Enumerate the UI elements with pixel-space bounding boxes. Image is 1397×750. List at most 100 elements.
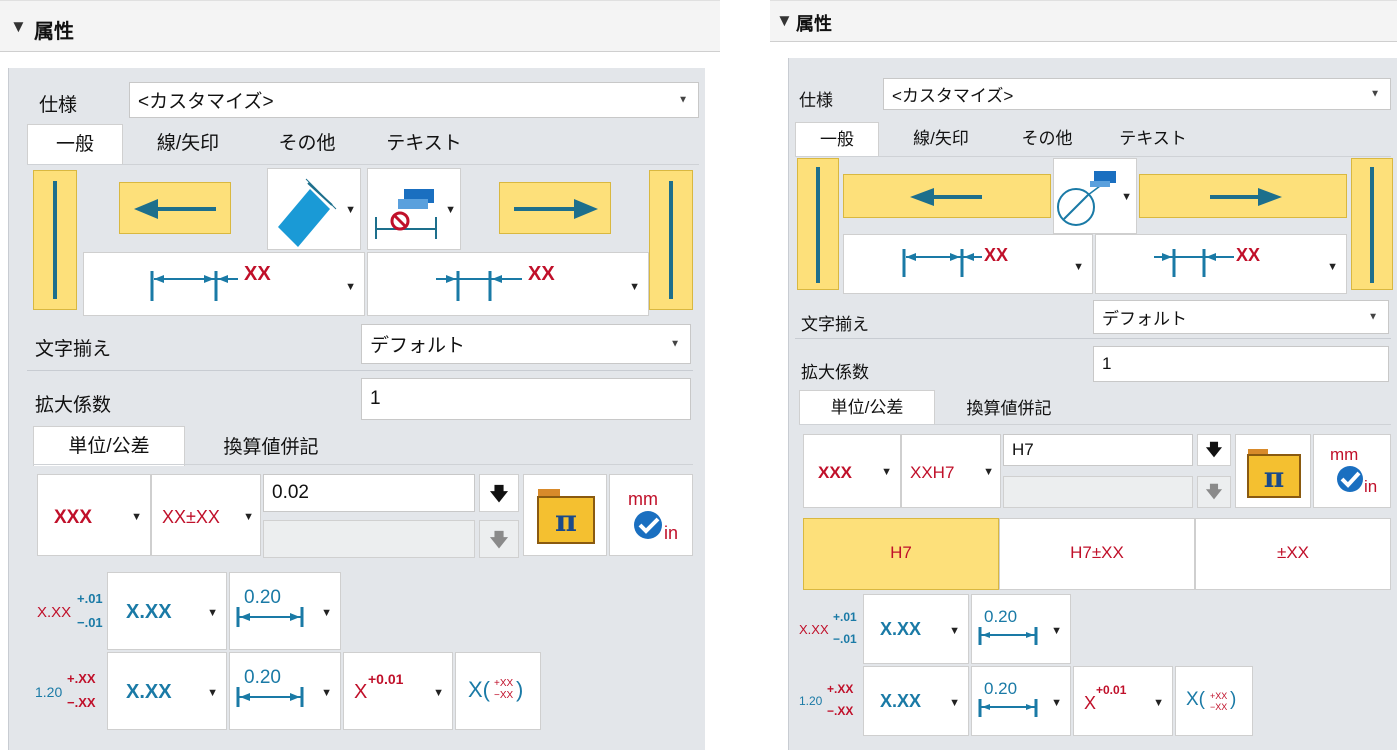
no-dimension-button[interactable]: ▼ — [367, 168, 461, 250]
spec-dropdown[interactable]: <カスタマイズ> ▼ — [129, 82, 699, 118]
tab-line-arrow[interactable]: 線/矢印 — [133, 124, 243, 164]
icon-text: −.XX — [827, 704, 854, 718]
chevron-down-icon: ▼ — [207, 607, 218, 619]
chevron-down-icon: ▼ — [345, 281, 356, 293]
left-extension-line-button[interactable] — [33, 170, 77, 310]
left-arrow-button[interactable] — [843, 174, 1051, 218]
tab-unit-tolerance[interactable]: 単位/公差 — [33, 426, 185, 466]
right-extension-line-button[interactable] — [1351, 158, 1393, 290]
limits-dim-button[interactable]: 0.20 ▼ — [229, 652, 341, 730]
tolerance-format-button[interactable]: XX±XX ▼ — [151, 474, 261, 556]
tolerance-apply-button[interactable]: 🡇 — [479, 474, 519, 512]
paren-tolerance-button[interactable]: X( +XX −XX ) — [455, 652, 541, 730]
right-arrow-button[interactable] — [499, 182, 611, 234]
chevron-down-icon: ▼ — [949, 697, 960, 709]
tolerance-input[interactable]: 0.02 — [263, 474, 475, 512]
chevron-down-icon: ▼ — [243, 511, 254, 523]
fit-option-h7[interactable]: H7 — [803, 518, 999, 590]
tolerance-symmetric-icon: X.XX +.01 −.01 — [37, 592, 107, 632]
dim-text: XX — [528, 263, 555, 285]
tolerance-precision-button[interactable]: X.XX ▼ — [863, 594, 969, 664]
dimension-style-left-button[interactable]: XX ▼ — [843, 234, 1093, 294]
properties-title: 属性 — [796, 14, 832, 34]
chevron-down-icon: ▼ — [345, 204, 356, 216]
icon-text: X.XX — [37, 604, 72, 621]
tolerance-format-button[interactable]: XXH7 ▼ — [901, 434, 1001, 508]
dim-text: XX — [244, 263, 271, 285]
dimension-orientation-button[interactable]: ▼ — [1053, 158, 1137, 234]
unit-toggle-button[interactable]: mm in — [1313, 434, 1391, 508]
dimension-style-right-button[interactable]: XX ▼ — [367, 252, 649, 316]
text-align-dropdown[interactable]: デフォルト ▼ — [1093, 300, 1389, 334]
tolerance-input[interactable]: H7 — [1003, 434, 1193, 466]
tab-other[interactable]: その他 — [257, 124, 357, 164]
left-extension-line-button[interactable] — [797, 158, 839, 290]
tab-text[interactable]: テキスト — [1103, 122, 1203, 156]
dimension-style-left-button[interactable]: XX ▼ — [83, 252, 365, 316]
dimension-arrow-out-icon — [1154, 249, 1234, 277]
tab-underline — [33, 464, 693, 465]
tolerance-apply-button[interactable]: 🡇 — [1197, 434, 1231, 466]
arrow-down-icon: 🡇 — [489, 484, 509, 504]
tab-general[interactable]: 一般 — [795, 122, 879, 156]
text-align-dropdown[interactable]: デフォルト ▼ — [361, 324, 691, 364]
dimension-style-right-button[interactable]: XX ▼ — [1095, 234, 1347, 294]
left-arrow-button[interactable] — [119, 182, 231, 234]
precision-button[interactable]: XXX ▼ — [803, 434, 901, 508]
right-arrow-button[interactable] — [1139, 174, 1347, 218]
fit-option-tol-only[interactable]: ±XX — [1195, 518, 1391, 590]
scale-input[interactable]: 1 — [361, 378, 691, 420]
properties-header[interactable]: ▼ 属性 — [770, 0, 1397, 42]
limits-precision-button[interactable]: X.XX ▼ — [107, 652, 227, 730]
tab-line-arrow[interactable]: 線/矢印 — [893, 122, 989, 156]
tolerance-secondary-input[interactable] — [263, 520, 475, 558]
limits-dim-button[interactable]: 0.20 ▼ — [971, 666, 1071, 736]
icon-text: +XX — [1210, 691, 1228, 701]
collapse-icon[interactable]: ▼ — [776, 11, 793, 31]
precision-button[interactable]: XXX ▼ — [37, 474, 151, 556]
chevron-down-icon: ▼ — [629, 281, 640, 293]
tab-other[interactable]: その他 — [1005, 122, 1089, 156]
chevron-down-icon: ▼ — [670, 338, 680, 350]
chevron-down-icon: ▼ — [678, 94, 688, 106]
fit-option-label: H7±XX — [1070, 543, 1124, 562]
tolerance-secondary-apply-button[interactable]: 🡇 — [1197, 476, 1231, 508]
chevron-down-icon: ▼ — [881, 466, 892, 478]
superscript-tolerance-button[interactable]: X +0.01 ▼ — [343, 652, 453, 730]
scale-input[interactable]: 1 — [1093, 346, 1389, 382]
tolerance-dim-button[interactable]: 0.20 ▼ — [229, 572, 341, 650]
tolerance-dim-button[interactable]: 0.20 ▼ — [971, 594, 1071, 664]
tab-text[interactable]: テキスト — [369, 124, 479, 164]
tolerance-secondary-input[interactable] — [1003, 476, 1193, 508]
tolerance-secondary-apply-button[interactable]: 🡇 — [479, 520, 519, 558]
arrow-left-icon — [910, 188, 982, 206]
limits-precision-value: X.XX — [126, 681, 172, 703]
tolerance-precision-button[interactable]: X.XX ▼ — [107, 572, 227, 650]
superscript-tolerance-button[interactable]: X +0.01 ▼ — [1073, 666, 1173, 736]
pi-button[interactable]: π — [1235, 434, 1311, 508]
unit-toggle-button[interactable]: mm in — [609, 474, 693, 556]
tab-dual-dimension[interactable]: 換算値併記 — [201, 428, 341, 468]
fit-option-h7-tol[interactable]: H7±XX — [999, 518, 1195, 590]
tab-unit-tolerance[interactable]: 単位/公差 — [799, 390, 935, 424]
pi-folder-icon: π — [537, 489, 595, 544]
spec-label: 仕様 — [39, 95, 78, 116]
properties-header[interactable]: ▼ 属性 — [0, 0, 720, 52]
spec-dropdown[interactable]: <カスタマイズ> ▼ — [883, 78, 1391, 110]
properties-body: 仕様 <カスタマイズ> ▼ 一般 線/矢印 その他 テキスト ▼ XX ▼ XX — [788, 58, 1397, 750]
dimension-orientation-button[interactable]: ▼ — [267, 168, 361, 250]
scale-label: 拡大係数 — [35, 395, 112, 416]
limits-precision-button[interactable]: X.XX ▼ — [863, 666, 969, 736]
chevron-down-icon: ▼ — [1327, 261, 1338, 273]
arrow-down-icon: 🡇 — [1205, 442, 1223, 459]
chevron-down-icon: ▼ — [207, 687, 218, 699]
tab-general[interactable]: 一般 — [27, 124, 123, 164]
paren-tolerance-button[interactable]: X( +XX −XX ) — [1175, 666, 1253, 736]
pi-button[interactable]: π — [523, 474, 607, 556]
right-properties-panel: ▼ 属性 仕様 <カスタマイズ> ▼ 一般 線/矢印 その他 テキスト ▼ XX… — [770, 0, 1397, 750]
right-extension-line-button[interactable] — [649, 170, 693, 310]
tolerance-value: H7 — [1012, 440, 1034, 459]
tab-dual-dimension[interactable]: 換算値併記 — [945, 392, 1073, 426]
collapse-icon[interactable]: ▼ — [10, 17, 27, 37]
text-align-label: 文字揃え — [801, 315, 869, 334]
